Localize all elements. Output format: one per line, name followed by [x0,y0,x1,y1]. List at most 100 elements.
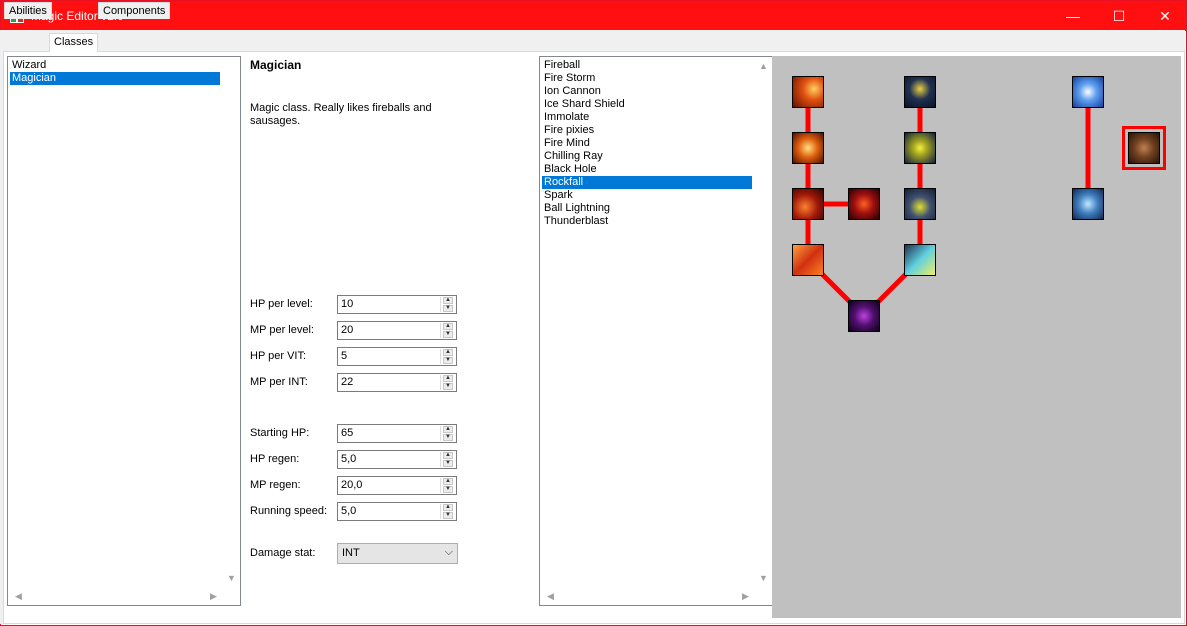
chilling-ray-icon[interactable] [1072,76,1104,108]
maximize-icon: ☐ [1112,8,1126,24]
list-item[interactable]: Fire Mind [542,137,754,150]
list-item[interactable]: Ball Lightning [542,202,754,215]
scroll-right-icon[interactable]: ▶ [742,591,749,602]
field-label: Running speed: [250,505,328,517]
scroll-right-icon[interactable]: ▶ [210,591,217,602]
scroll-down-icon[interactable]: ▼ [759,573,768,583]
fire-pixies-icon[interactable] [848,188,880,220]
spin-buttons[interactable]: ▲ ▼ [440,478,455,493]
field-label: Starting HP: [250,427,310,439]
list-item[interactable]: Thunderblast [542,215,754,228]
rockfall-icon[interactable] [1128,132,1160,164]
fireball-icon[interactable] [792,76,824,108]
ball-lightning-icon[interactable] [904,132,936,164]
stepper-value[interactable]: 20 [341,324,353,336]
spin-up-icon[interactable]: ▲ [443,478,453,485]
spin-down-icon[interactable]: ▼ [443,305,453,312]
fire-mind-icon[interactable] [792,244,824,276]
list-item[interactable]: Ice Shard Shield [542,98,754,111]
spin-down-icon[interactable]: ▼ [443,486,453,493]
scroll-down-icon[interactable]: ▼ [227,573,236,583]
spin-down-icon[interactable]: ▼ [443,383,453,390]
list-item[interactable]: Immolate [542,111,754,124]
list-item-selected[interactable]: Magician [10,72,220,85]
spin-up-icon[interactable]: ▲ [443,452,453,459]
scroll-up-icon[interactable]: ▲ [759,61,768,71]
field-label: MP per INT: [250,376,308,388]
tab-components[interactable]: Components [98,2,171,19]
spin-up-icon[interactable]: ▲ [443,349,453,356]
list-item[interactable]: Fireball [542,59,754,72]
maximize-button[interactable]: ☐ [1096,1,1142,31]
stepper-value[interactable]: 10 [341,298,353,310]
immolate-icon[interactable] [792,188,824,220]
spin-down-icon[interactable]: ▼ [443,460,453,467]
spin-down-icon[interactable]: ▼ [443,357,453,364]
spin-up-icon[interactable]: ▲ [443,297,453,304]
field-label: HP per VIT: [250,350,307,362]
spark-icon[interactable] [904,76,936,108]
chevron-down-icon[interactable]: ⌵ [445,546,453,559]
starting-hp-stepper[interactable]: 65 ▲ ▼ [337,424,457,443]
stepper-value[interactable]: 5 [341,350,347,362]
field-label: MP per level: [250,324,314,336]
list-item[interactable]: Fire pixies [542,124,754,137]
class-list[interactable]: Wizard Magician ▼ ◀ ▶ [7,56,241,606]
list-item[interactable]: Black Hole [542,163,754,176]
list-item-selected[interactable]: Rockfall [542,176,752,189]
scroll-left-icon[interactable]: ◀ [547,591,554,602]
hp-per-level-stepper[interactable]: 10 ▲ ▼ [337,295,457,314]
spin-down-icon[interactable]: ▼ [443,434,453,441]
select-value[interactable]: INT [342,547,360,559]
mp-per-int-stepper[interactable]: 22 ▲ ▼ [337,373,457,392]
tab-classes[interactable]: Classes [49,33,99,52]
stepper-value[interactable]: 5,0 [341,453,356,465]
close-icon: ✕ [1159,8,1171,24]
stepper-value[interactable]: 65 [341,427,353,439]
spin-buttons[interactable]: ▲ ▼ [440,297,455,312]
spin-buttons[interactable]: ▲ ▼ [440,323,455,338]
skill-tree-canvas[interactable] [772,56,1181,618]
minimize-icon: — [1066,8,1080,24]
field-label: HP per level: [250,298,313,310]
mp-per-level-stepper[interactable]: 20 ▲ ▼ [337,321,457,340]
close-button[interactable]: ✕ [1142,1,1187,31]
list-item[interactable]: Ion Cannon [542,85,754,98]
spin-up-icon[interactable]: ▲ [443,504,453,511]
black-hole-icon[interactable] [848,300,880,332]
spin-up-icon[interactable]: ▲ [443,323,453,330]
hp-per-vit-stepper[interactable]: 5 ▲ ▼ [337,347,457,366]
spin-buttons[interactable]: ▲ ▼ [440,452,455,467]
list-item[interactable]: Fire Storm [542,72,754,85]
list-item[interactable]: Wizard [10,59,222,72]
ability-list[interactable]: Fireball Fire Storm Ion Cannon Ice Shard… [539,56,773,606]
minimize-button[interactable]: — [1050,1,1096,31]
thunderblast-icon[interactable] [904,188,936,220]
stepper-value[interactable]: 22 [341,376,353,388]
spin-buttons[interactable]: ▲ ▼ [440,426,455,441]
spin-buttons[interactable]: ▲ ▼ [440,349,455,364]
stepper-value[interactable]: 20,0 [341,479,362,491]
ion-cannon-icon[interactable] [904,244,936,276]
running-speed-stepper[interactable]: 5,0 ▲ ▼ [337,502,457,521]
spin-down-icon[interactable]: ▼ [443,331,453,338]
title-bar[interactable]: Magic Editor v1.0 — ☐ ✕ [1,1,1186,31]
ice-shard-shield-icon[interactable] [1072,188,1104,220]
hp-regen-stepper[interactable]: 5,0 ▲ ▼ [337,450,457,469]
fire-storm-icon[interactable] [792,132,824,164]
field-label: Damage stat: [250,547,316,559]
list-item[interactable]: Spark [542,189,754,202]
spin-buttons[interactable]: ▲ ▼ [440,504,455,519]
stepper-value[interactable]: 5,0 [341,505,356,517]
spin-up-icon[interactable]: ▲ [443,375,453,382]
scroll-left-icon[interactable]: ◀ [15,591,22,602]
spin-buttons[interactable]: ▲ ▼ [440,375,455,390]
spin-down-icon[interactable]: ▼ [443,512,453,519]
tab-abilities[interactable]: Abilities [4,2,52,19]
list-item[interactable]: Chilling Ray [542,150,754,163]
field-label: MP regen: [250,479,301,491]
mp-regen-stepper[interactable]: 20,0 ▲ ▼ [337,476,457,495]
damage-stat-select[interactable]: INT ⌵ [337,543,458,564]
spin-up-icon[interactable]: ▲ [443,426,453,433]
field-label: HP regen: [250,453,300,465]
